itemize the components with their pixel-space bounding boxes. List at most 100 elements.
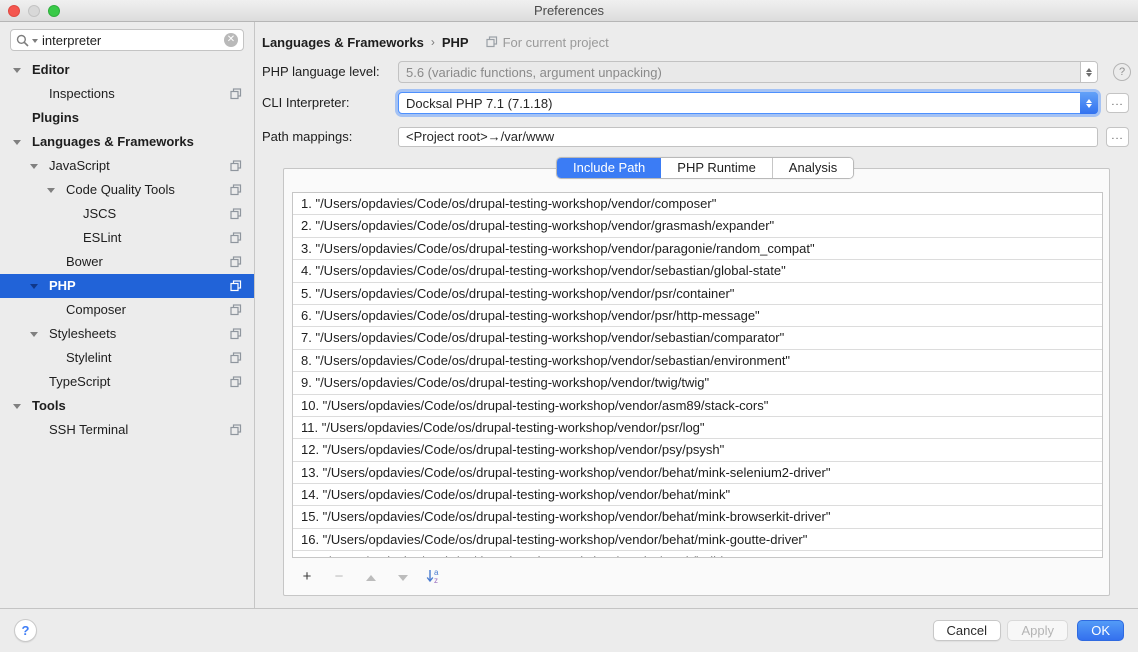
current-project-icon	[230, 376, 242, 388]
sidebar-item-label: ESLint	[83, 230, 121, 245]
sidebar-item-eslint[interactable]: ESLint	[0, 226, 254, 250]
include-path-row[interactable]: 2. "/Users/opdavies/Code/os/drupal-testi…	[293, 215, 1102, 237]
sidebar-item-languages-frameworks[interactable]: Languages & Frameworks	[0, 130, 254, 154]
current-project-icon	[230, 424, 242, 436]
ok-button[interactable]: OK	[1077, 620, 1124, 641]
search-icon	[16, 34, 29, 47]
path-mappings-field[interactable]: <Project root>→/var/www	[398, 127, 1098, 147]
sidebar-item-stylelint[interactable]: Stylelint	[0, 346, 254, 370]
include-path-row[interactable]: 16. "/Users/opdavies/Code/os/drupal-test…	[293, 529, 1102, 551]
sidebar-item-code-quality-tools[interactable]: Code Quality Tools	[0, 178, 254, 202]
close-window-button[interactable]	[8, 5, 20, 17]
sidebar-item-label: JavaScript	[49, 158, 110, 173]
move-down-button[interactable]	[394, 568, 412, 585]
cli-interpreter-label: CLI Interpreter:	[262, 92, 349, 114]
sidebar-item-label: Stylesheets	[49, 326, 116, 341]
sidebar-item-inspections[interactable]: Inspections	[0, 82, 254, 106]
include-path-row[interactable]: 11. "/Users/opdavies/Code/os/drupal-test…	[293, 417, 1102, 439]
breadcrumb-separator-icon: ›	[431, 35, 435, 49]
include-path-row[interactable]: 9. "/Users/opdavies/Code/os/drupal-testi…	[293, 372, 1102, 394]
move-up-button[interactable]	[362, 568, 380, 585]
disclosure-triangle-icon[interactable]	[13, 68, 21, 73]
sidebar-item-stylesheets[interactable]: Stylesheets	[0, 322, 254, 346]
breadcrumb-parent[interactable]: Languages & Frameworks	[262, 35, 424, 50]
language-level-label: PHP language level:	[262, 61, 380, 83]
cli-interpreter-value: Docksal PHP 7.1 (7.1.18)	[399, 96, 1080, 111]
settings-search-box[interactable]: ✕	[10, 29, 244, 51]
include-path-row[interactable]: 6. "/Users/opdavies/Code/os/drupal-testi…	[293, 305, 1102, 327]
tab-analysis[interactable]: Analysis	[773, 158, 853, 178]
breadcrumb-current: PHP	[442, 35, 469, 50]
window-controls	[8, 5, 60, 17]
sort-alphabetically-button[interactable]: a z	[426, 568, 444, 584]
sidebar-item-editor[interactable]: Editor	[0, 58, 254, 82]
current-project-icon	[230, 160, 242, 172]
language-level-select[interactable]: 5.6 (variadic functions, argument unpack…	[398, 61, 1098, 83]
cli-interpreter-stepper-icon[interactable]	[1080, 92, 1098, 114]
language-level-stepper-icon[interactable]	[1080, 62, 1097, 82]
sidebar-item-composer[interactable]: Composer	[0, 298, 254, 322]
include-path-row[interactable]: 4. "/Users/opdavies/Code/os/drupal-testi…	[293, 260, 1102, 282]
include-path-row[interactable]: 8. "/Users/opdavies/Code/os/drupal-testi…	[293, 350, 1102, 372]
sidebar-item-php[interactable]: PHP	[0, 274, 254, 298]
include-path-row[interactable]: 13. "/Users/opdavies/Code/os/drupal-test…	[293, 462, 1102, 484]
zoom-window-button[interactable]	[48, 5, 60, 17]
minimize-window-button[interactable]	[28, 5, 40, 17]
disclosure-triangle-icon[interactable]	[30, 284, 38, 289]
sidebar-item-label: Bower	[66, 254, 103, 269]
include-path-row[interactable]: 3. "/Users/opdavies/Code/os/drupal-testi…	[293, 238, 1102, 260]
titlebar: Preferences	[0, 0, 1138, 22]
cli-interpreter-browse-button[interactable]: ...	[1106, 93, 1129, 113]
add-path-button[interactable]: +	[298, 568, 316, 585]
move-up-icon	[366, 575, 376, 581]
remove-path-button[interactable]: −	[330, 568, 348, 585]
cancel-button[interactable]: Cancel	[933, 620, 1001, 641]
search-input[interactable]	[42, 33, 224, 48]
include-path-row[interactable]: 14. "/Users/opdavies/Code/os/drupal-test…	[293, 484, 1102, 506]
scope-indicator: For current project	[486, 35, 609, 50]
sidebar-item-bower[interactable]: Bower	[0, 250, 254, 274]
sidebar-item-jscs[interactable]: JSCS	[0, 202, 254, 226]
disclosure-triangle-icon[interactable]	[13, 404, 21, 409]
current-project-icon	[230, 256, 242, 268]
current-project-icon	[230, 304, 242, 316]
current-project-icon	[230, 208, 242, 220]
search-options-chevron-icon[interactable]	[32, 39, 38, 43]
sidebar-item-label: Plugins	[32, 110, 79, 125]
list-toolbar: + − a z	[292, 563, 444, 589]
sidebar-item-plugins[interactable]: Plugins	[0, 106, 254, 130]
current-project-icon	[486, 36, 498, 48]
include-path-row[interactable]: 12. "/Users/opdavies/Code/os/drupal-test…	[293, 439, 1102, 461]
path-mappings-browse-button[interactable]: ...	[1106, 127, 1129, 147]
disclosure-triangle-icon[interactable]	[13, 140, 21, 145]
sidebar-item-label: Code Quality Tools	[66, 182, 175, 197]
language-level-help-icon[interactable]: ?	[1113, 63, 1131, 81]
tab-include-path[interactable]: Include Path	[557, 158, 661, 178]
include-path-row[interactable]: 1. "/Users/opdavies/Code/os/drupal-testi…	[293, 193, 1102, 215]
disclosure-triangle-icon[interactable]	[30, 164, 38, 169]
disclosure-triangle-icon[interactable]	[30, 332, 38, 337]
sidebar-item-tools[interactable]: Tools	[0, 394, 254, 418]
include-path-row[interactable]: 7. "/Users/opdavies/Code/os/drupal-testi…	[293, 327, 1102, 349]
include-path-row[interactable]: 15. "/Users/opdavies/Code/os/drupal-test…	[293, 506, 1102, 528]
settings-content: Languages & Frameworks › PHP For current…	[255, 22, 1138, 608]
clear-search-icon[interactable]: ✕	[224, 33, 238, 47]
sidebar-item-ssh-terminal[interactable]: SSH Terminal	[0, 418, 254, 442]
current-project-icon	[230, 232, 242, 244]
current-project-icon	[230, 328, 242, 340]
disclosure-triangle-icon[interactable]	[47, 188, 55, 193]
include-path-row[interactable]: 10. "/Users/opdavies/Code/os/drupal-test…	[293, 395, 1102, 417]
sidebar-item-javascript[interactable]: JavaScript	[0, 154, 254, 178]
include-path-row[interactable]: 17. "/Users/opdavies/Code/os/drupal-test…	[293, 551, 1102, 558]
settings-sidebar: ✕ Editor Inspections Plugins Languages & Fr…	[0, 22, 255, 608]
include-path-row[interactable]: 5. "/Users/opdavies/Code/os/drupal-testi…	[293, 283, 1102, 305]
sidebar-item-label: PHP	[49, 278, 76, 293]
current-project-icon	[230, 184, 242, 196]
apply-button[interactable]: Apply	[1007, 620, 1068, 641]
cli-interpreter-select[interactable]: Docksal PHP 7.1 (7.1.18)	[398, 92, 1098, 114]
sidebar-item-typescript[interactable]: TypeScript	[0, 370, 254, 394]
sidebar-item-label: Languages & Frameworks	[32, 134, 194, 149]
sidebar-item-label: Inspections	[49, 86, 115, 101]
tab-php-runtime[interactable]: PHP Runtime	[661, 158, 773, 178]
move-down-icon	[398, 575, 408, 581]
